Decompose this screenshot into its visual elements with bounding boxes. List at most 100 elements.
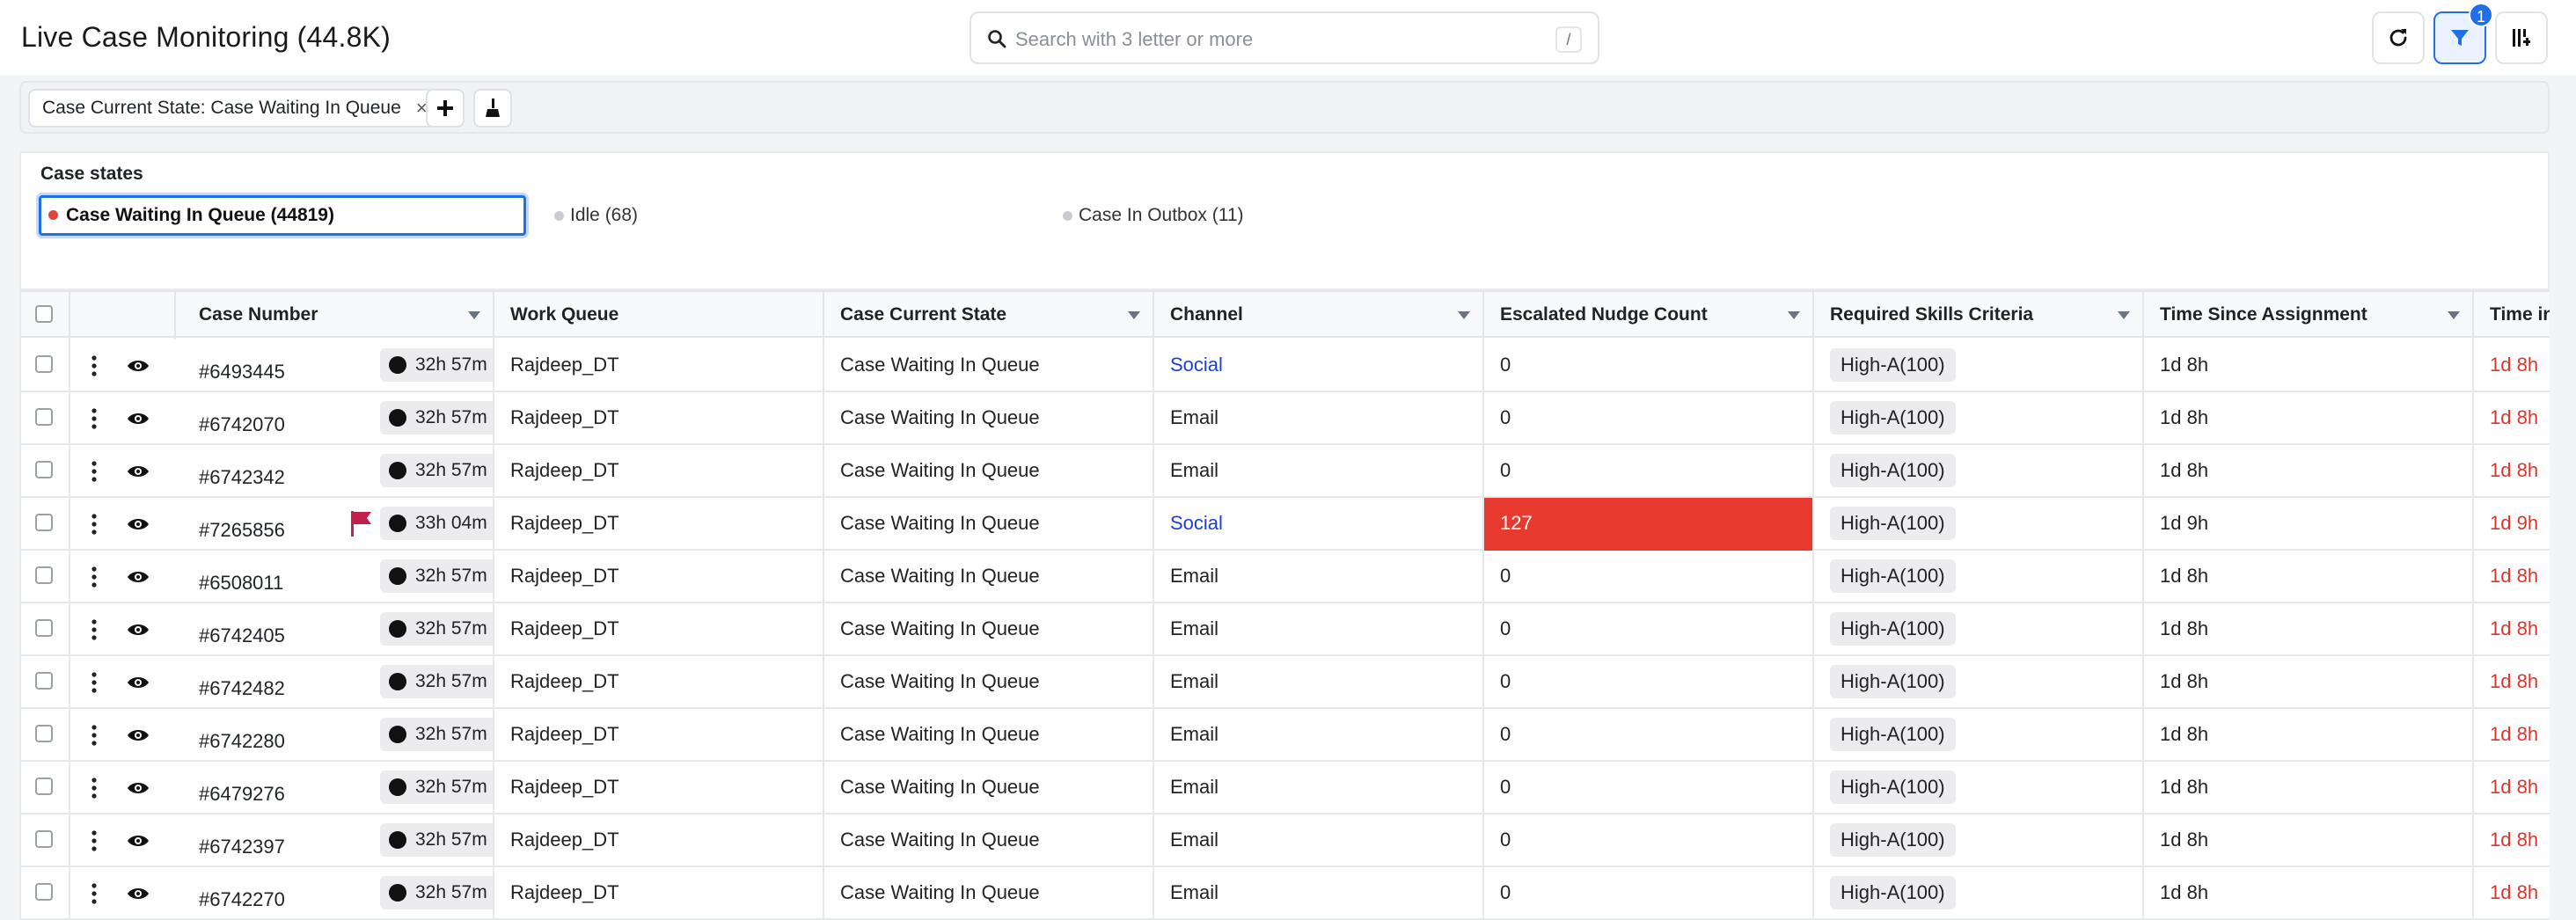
more-vertical-icon[interactable] [91, 725, 97, 746]
case-number-link[interactable]: #6742397 [199, 821, 285, 867]
required-skills-cell: High-A(100) [1814, 656, 2144, 709]
eye-icon[interactable] [127, 621, 150, 639]
escalated-nudge-count-cell: 127 [1484, 498, 1814, 551]
column-header-work-queue[interactable]: Work Queue [494, 292, 824, 340]
table-row[interactable]: #6742342 32h 57m Rajdeep_DT Case Waiting In… [21, 445, 2550, 498]
case-number-link[interactable]: #6742482 [199, 663, 285, 709]
table-row[interactable]: #6742405 32h 57m Rajdeep_DT Case Waiting In… [21, 603, 2550, 656]
column-header-case-number[interactable]: Case Number [176, 292, 494, 340]
eye-icon[interactable] [127, 674, 150, 691]
time-in-cell: 1d 8h [2490, 723, 2539, 745]
chevron-down-icon[interactable] [1458, 311, 1470, 319]
row-checkbox[interactable] [35, 619, 53, 637]
eye-icon[interactable] [127, 885, 150, 902]
work-queue-cell: Rajdeep_DT [494, 445, 824, 498]
add-filter-button[interactable] [426, 89, 465, 128]
search-input[interactable]: Search with 3 letter or more / [970, 11, 1599, 64]
eye-icon[interactable] [127, 463, 150, 480]
more-vertical-icon[interactable] [91, 355, 97, 376]
required-skills-cell: High-A(100) [1814, 867, 2144, 920]
channel-cell[interactable]: Social [1154, 340, 1484, 392]
table-row[interactable]: #6493445 32h 57m Rajdeep_DT Case Waiting In… [21, 340, 2550, 392]
case-number-link[interactable]: #7265856 [199, 505, 285, 551]
more-vertical-icon[interactable] [91, 461, 97, 482]
case-number-cell: #7265856 33h 04m [176, 498, 494, 551]
more-vertical-icon[interactable] [91, 778, 97, 799]
table-row[interactable]: #6742482 32h 57m Rajdeep_DT Case Waiting In… [21, 656, 2550, 709]
table-row[interactable]: #6479276 32h 57m Rajdeep_DT Case Waiting In… [21, 762, 2550, 814]
table-row[interactable]: #6742070 32h 57m Rajdeep_DT Case Waiting In… [21, 392, 2550, 445]
table-row[interactable]: #6742280 32h 57m Rajdeep_DT Case Waiting In… [21, 709, 2550, 762]
column-header-case-current-state[interactable]: Case Current State [824, 292, 1154, 340]
select-all-checkbox[interactable] [35, 305, 53, 323]
skill-tag: High-A(100) [1830, 454, 1956, 487]
more-vertical-icon[interactable] [91, 619, 97, 640]
column-header-channel[interactable]: Channel [1154, 292, 1484, 340]
chevron-down-icon[interactable] [2118, 311, 2130, 319]
table-row[interactable]: #6508011 32h 57m Rajdeep_DT Case Waiting In… [21, 551, 2550, 603]
table-row[interactable]: #6742270 32h 57m Rajdeep_DT Case Waiting In… [21, 867, 2550, 920]
state-option-waiting-in-queue[interactable]: Case Waiting In Queue (44819) [39, 195, 526, 236]
work-queue-cell: Rajdeep_DT [494, 656, 824, 709]
row-checkbox[interactable] [35, 408, 53, 426]
table-row[interactable]: #6742397 32h 57m Rajdeep_DT Case Waiting In… [21, 814, 2550, 867]
column-header-label: Case Number [199, 304, 318, 325]
more-vertical-icon[interactable] [91, 408, 97, 429]
filter-chip-case-state[interactable]: Case Current State: Case Waiting In Queu… [28, 89, 440, 128]
refresh-button[interactable] [2372, 11, 2425, 64]
eye-icon[interactable] [127, 779, 150, 797]
case-number-link[interactable]: #6742280 [199, 716, 285, 762]
row-checkbox[interactable] [35, 778, 53, 795]
chevron-down-icon[interactable] [468, 311, 480, 319]
required-skills-cell: High-A(100) [1814, 814, 2144, 867]
more-vertical-icon[interactable] [91, 514, 97, 535]
time-in-cell: 1d 8h [2490, 776, 2539, 798]
case-number-link[interactable]: #6742270 [199, 874, 285, 920]
column-header-time-since-assignment[interactable]: Time Since Assignment [2144, 292, 2474, 340]
case-number-link[interactable]: #6493445 [199, 347, 285, 392]
row-checkbox[interactable] [35, 830, 53, 848]
chevron-down-icon[interactable] [1788, 311, 1800, 319]
eye-icon[interactable] [127, 832, 150, 850]
column-header-required-skills[interactable]: Required Skills Criteria [1814, 292, 2144, 340]
case-number-link[interactable]: #6479276 [199, 769, 285, 814]
eye-icon[interactable] [127, 568, 150, 586]
channel-cell[interactable]: Social [1154, 498, 1484, 551]
eye-icon[interactable] [127, 410, 150, 427]
clear-filters-button[interactable] [473, 89, 512, 128]
case-number-link[interactable]: #6742405 [199, 610, 285, 656]
row-checkbox[interactable] [35, 514, 53, 531]
row-actions-cell [70, 392, 176, 445]
chevron-down-icon[interactable] [1128, 311, 1140, 319]
sla-timer-value: 32h 57m [415, 460, 487, 480]
columns-button[interactable] [2495, 11, 2548, 64]
row-checkbox[interactable] [35, 355, 53, 373]
case-number-link[interactable]: #6742070 [199, 399, 285, 445]
more-vertical-icon[interactable] [91, 883, 97, 904]
row-checkbox[interactable] [35, 461, 53, 478]
row-select-cell [21, 814, 70, 867]
eye-icon[interactable] [127, 357, 150, 375]
case-number-cell: #6493445 32h 57m [176, 340, 494, 392]
column-header-escalated-nudge-count[interactable]: Escalated Nudge Count [1484, 292, 1814, 340]
more-vertical-icon[interactable] [91, 566, 97, 588]
row-checkbox[interactable] [35, 566, 53, 584]
row-checkbox[interactable] [35, 725, 53, 742]
row-checkbox[interactable] [35, 672, 53, 690]
column-header-time-in[interactable]: Time in [2474, 292, 2550, 340]
row-actions-cell [70, 709, 176, 762]
case-number-link[interactable]: #6508011 [199, 558, 283, 603]
state-option-in-outbox[interactable]: Case In Outbox (11) [1054, 195, 1318, 236]
row-checkbox[interactable] [35, 883, 53, 901]
chevron-down-icon[interactable] [2448, 311, 2460, 319]
table-row[interactable]: #7265856 33h 04m Rajdeep_DT Case Waiting In… [21, 498, 2550, 551]
more-vertical-icon[interactable] [91, 672, 97, 693]
required-skills-cell: High-A(100) [1814, 340, 2144, 392]
eye-icon[interactable] [127, 515, 150, 533]
more-vertical-icon[interactable] [91, 830, 97, 851]
state-option-idle[interactable]: Idle (68) [545, 195, 809, 236]
case-number-link[interactable]: #6742342 [199, 452, 285, 498]
eye-icon[interactable] [127, 727, 150, 744]
filter-button[interactable]: 1 [2433, 3, 2493, 64]
skill-tag: High-A(100) [1830, 823, 1956, 857]
